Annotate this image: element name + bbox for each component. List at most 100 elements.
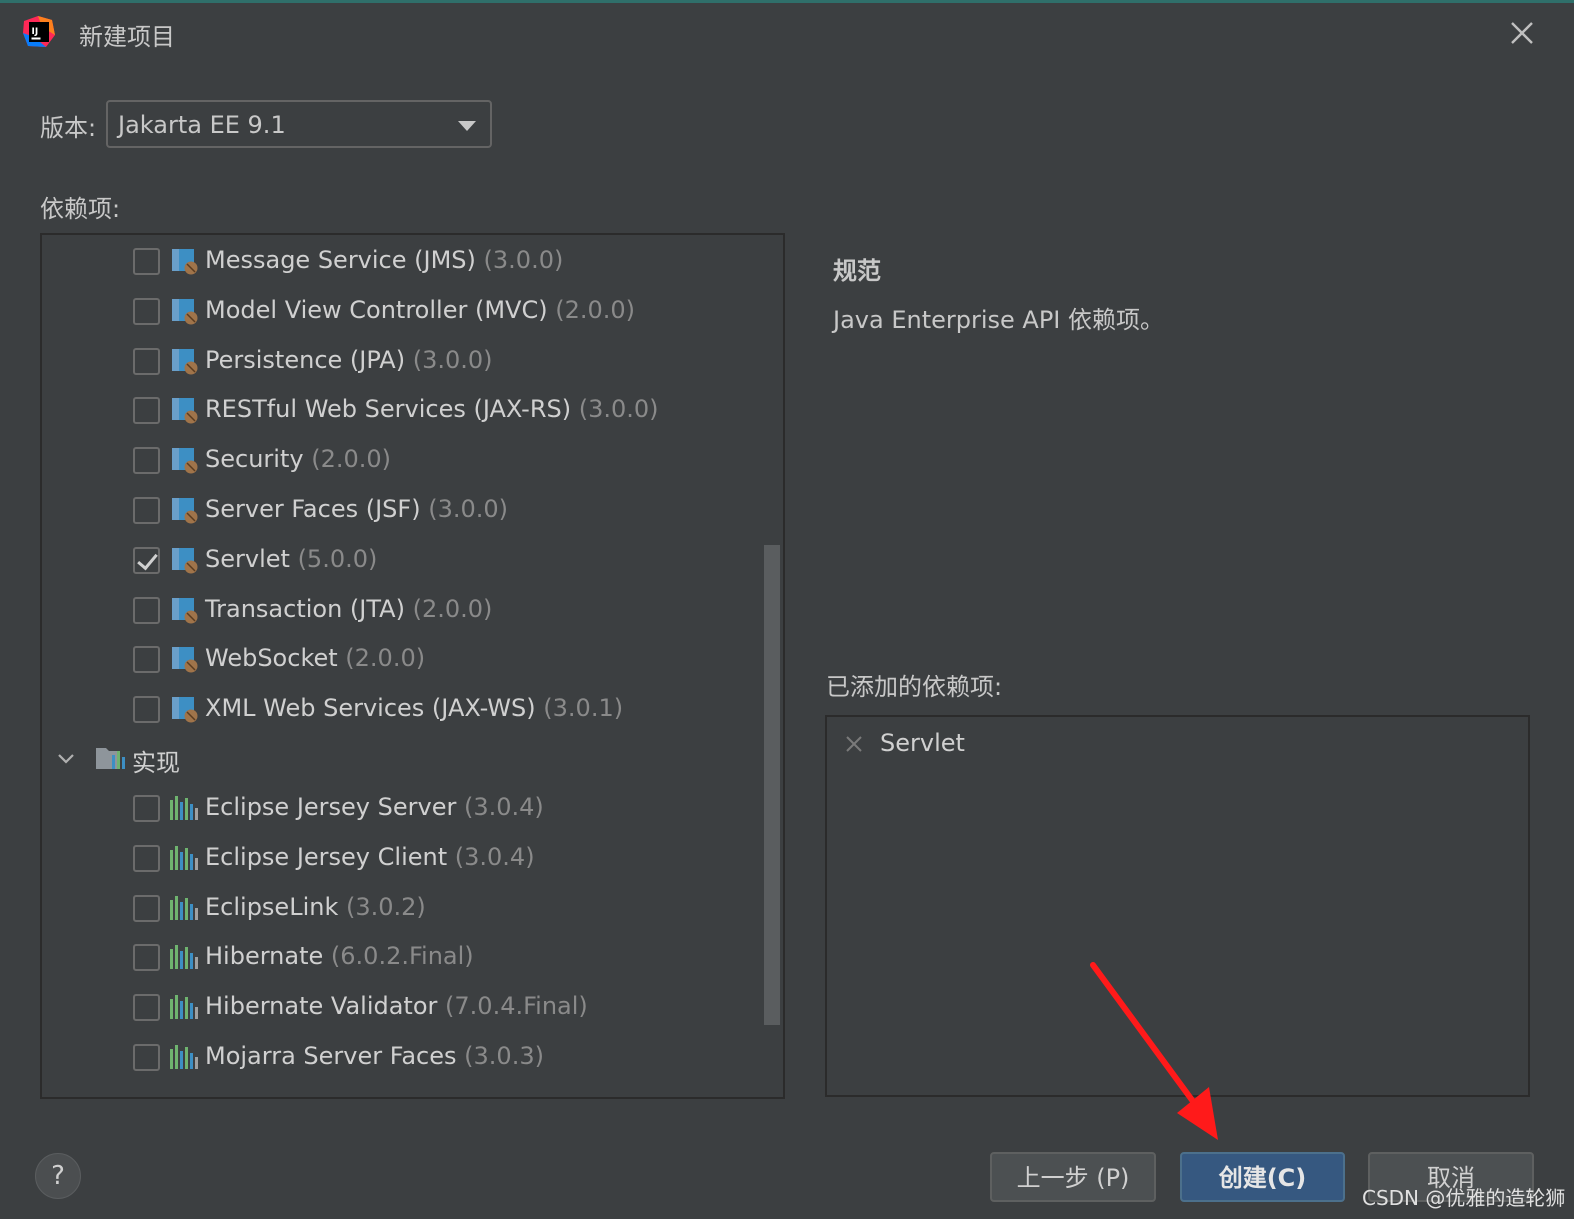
dependency-row[interactable]: EclipseLink (3.0.2): [42, 885, 762, 931]
module-icon: [172, 249, 198, 275]
dependency-version: (3.0.2): [346, 892, 426, 921]
dependency-text: Hibernate Validator (7.0.4.Final): [205, 992, 588, 1020]
dependency-text: Eclipse Jersey Server (3.0.4): [205, 793, 544, 821]
dependency-name: Servlet: [205, 544, 290, 573]
dependency-name: XML Web Services (JAX-WS): [205, 694, 536, 723]
create-button[interactable]: 创建(C): [1180, 1152, 1345, 1202]
tree-scrollbar[interactable]: [764, 545, 780, 1025]
dependency-name: Security: [205, 445, 304, 474]
version-dropdown[interactable]: Jakarta EE 9.1: [106, 100, 492, 148]
dependency-row[interactable]: Eclipse Jersey Client (3.0.4): [42, 835, 762, 881]
module-icon: [172, 547, 198, 574]
dependency-row[interactable]: Transaction (JTA) (2.0.0): [42, 587, 762, 633]
dependency-text: Transaction (JTA) (2.0.0): [205, 595, 492, 623]
dependency-row[interactable]: Server Faces (JSF) (3.0.0): [42, 487, 762, 533]
dependency-text: Model View Controller (MVC) (2.0.0): [205, 296, 635, 324]
library-icon: [170, 796, 198, 820]
dependency-checkbox[interactable]: [133, 248, 160, 275]
module-icon: [172, 697, 198, 723]
dependency-version: (3.0.4): [463, 793, 544, 821]
dependency-version: (7.0.4.Final): [445, 992, 588, 1021]
module-icon: [172, 597, 198, 624]
dependency-text: RESTful Web Services (JAX-RS) (3.0.0): [205, 395, 659, 423]
dependency-row[interactable]: Persistence (JPA) (3.0.0): [42, 338, 762, 384]
dependency-row[interactable]: Security (2.0.0): [42, 437, 762, 483]
dependency-checkbox[interactable]: [133, 944, 160, 972]
dependency-text: Security (2.0.0): [205, 445, 391, 473]
library-icon: [170, 995, 198, 1020]
dependency-row[interactable]: RESTful Web Services (JAX-RS) (3.0.0): [42, 387, 762, 433]
dependency-version: (5.0.0): [297, 544, 378, 573]
dependency-checkbox[interactable]: [133, 894, 160, 922]
dependency-name: Eclipse Jersey Client: [205, 842, 448, 871]
dependency-row[interactable]: Model View Controller (MVC) (2.0.0): [42, 288, 762, 334]
dependency-version: (3.0.0): [578, 395, 659, 424]
dependency-checkbox[interactable]: [133, 447, 160, 475]
dependency-version: (3.0.0): [428, 495, 509, 523]
dependency-checkbox[interactable]: [133, 1044, 160, 1071]
dependency-row[interactable]: Mojarra Server Faces (3.0.3): [42, 1034, 762, 1080]
dependency-name: Hibernate Validator: [205, 992, 438, 1021]
dependency-text: Eclipse Jersey Client (3.0.4): [205, 843, 535, 871]
dependency-checkbox[interactable]: [133, 994, 160, 1022]
title-bar: IJ 新建项目: [0, 3, 1574, 61]
added-item-label: Servlet: [880, 729, 965, 757]
dependency-checkbox[interactable]: [133, 844, 160, 872]
dependency-text: Hibernate (6.0.2.Final): [205, 942, 474, 970]
library-icon: [170, 895, 198, 920]
dependency-version: (2.0.0): [555, 295, 635, 324]
remove-icon[interactable]: [844, 734, 864, 754]
dependency-text: Servlet (5.0.0): [205, 545, 377, 573]
chevron-down-icon[interactable]: [54, 747, 78, 771]
tree-group-implementations[interactable]: 实现: [42, 735, 762, 781]
dependency-name: Transaction (JTA): [205, 594, 405, 623]
group-label: 实现: [132, 749, 180, 777]
dependency-text: XML Web Services (JAX-WS) (3.0.1): [205, 694, 623, 722]
dependency-row[interactable]: Message Service (JMS) (3.0.0): [42, 238, 762, 284]
module-icon: [172, 647, 198, 673]
module-icon: [172, 298, 198, 325]
dependency-version: (3.0.3): [464, 1042, 544, 1070]
dependencies-label: 依赖项:: [40, 195, 121, 223]
dependency-checkbox[interactable]: [133, 646, 160, 674]
dependency-row[interactable]: Hibernate Validator (7.0.4.Final): [42, 984, 762, 1030]
dependency-checkbox[interactable]: [133, 795, 160, 822]
chevron-down-icon: [458, 121, 476, 131]
dependency-checkbox[interactable]: [133, 546, 160, 574]
dependency-row[interactable]: Eclipse Jersey Server (3.0.4): [42, 785, 762, 831]
close-icon[interactable]: [1504, 15, 1540, 51]
dependency-row[interactable]: XML Web Services (JAX-WS) (3.0.1): [42, 686, 762, 732]
dependency-name: RESTful Web Services (JAX-RS): [205, 395, 572, 424]
dependency-row[interactable]: Hibernate (6.0.2.Final): [42, 934, 762, 980]
dependency-name: Server Faces (JSF): [205, 495, 421, 523]
dependency-name: WebSocket: [205, 644, 338, 673]
dependency-row[interactable]: WebSocket (2.0.0): [42, 636, 762, 682]
dependency-version: (3.0.0): [412, 345, 493, 374]
dependency-version: (2.0.0): [345, 644, 426, 673]
dependency-name: Eclipse Jersey Server: [205, 793, 457, 821]
module-icon: [172, 498, 198, 524]
dependency-version: (6.0.2.Final): [330, 942, 474, 971]
dependency-checkbox[interactable]: [133, 397, 160, 425]
dependency-name: Hibernate: [205, 942, 324, 971]
dependency-checkbox[interactable]: [133, 696, 160, 724]
help-button[interactable]: ?: [35, 1153, 81, 1199]
svg-text:IJ: IJ: [32, 27, 39, 37]
module-icon: [172, 348, 198, 375]
dependency-name: EclipseLink: [205, 892, 339, 921]
dependency-checkbox[interactable]: [133, 297, 160, 325]
dependency-checkbox[interactable]: [133, 596, 160, 624]
version-value: Jakarta EE 9.1: [118, 111, 286, 139]
dependency-version: (3.0.4): [454, 842, 535, 871]
dependency-checkbox[interactable]: [133, 497, 160, 524]
dependency-name: Message Service (JMS): [205, 246, 476, 274]
library-icon: [170, 845, 198, 870]
dependency-name: Model View Controller (MVC): [205, 295, 548, 324]
previous-button[interactable]: 上一步 (P): [990, 1152, 1156, 1202]
dependency-version: (3.0.1): [543, 694, 624, 723]
added-dependencies-label: 已添加的依赖项:: [826, 673, 1003, 701]
dependency-checkbox[interactable]: [133, 347, 160, 375]
dependency-name: Mojarra Server Faces: [205, 1042, 457, 1070]
version-label: 版本:: [40, 114, 97, 142]
dependency-row[interactable]: Servlet (5.0.0): [42, 537, 762, 583]
